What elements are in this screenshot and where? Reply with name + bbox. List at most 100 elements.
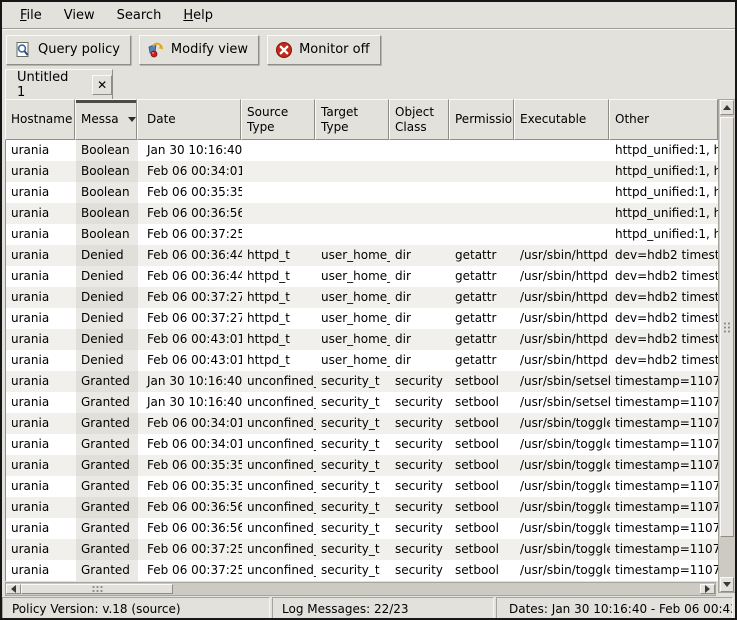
cell-permission: setbool [450,392,515,413]
column-header-message[interactable]: Messa [75,99,137,140]
cell-date: Feb 06 00:37:25 [138,224,242,245]
table-row[interactable]: uraniaDeniedFeb 06 00:37:27httpd_tuser_h… [6,308,718,329]
table-row[interactable]: uraniaGrantedFeb 06 00:36:56unconfined_s… [6,518,718,539]
menu-file[interactable]: File [11,5,51,26]
table-row[interactable]: uraniaGrantedFeb 06 00:37:25unconfined_s… [6,560,718,581]
cell-date: Feb 06 00:35:35 [138,476,242,497]
column-header-date[interactable]: Date [137,99,241,140]
table-row[interactable]: uraniaDeniedFeb 06 00:43:01httpd_tuser_h… [6,329,718,350]
cell-target_type: security_t [316,455,390,476]
table-row[interactable]: uraniaDeniedFeb 06 00:36:44httpd_tuser_h… [6,245,718,266]
table-row[interactable]: uraniaDeniedFeb 06 00:36:44httpd_tuser_h… [6,266,718,287]
table-row[interactable]: uraniaGrantedFeb 06 00:35:35unconfined_s… [6,476,718,497]
scroll-right-button[interactable] [700,584,715,594]
table-row[interactable]: uraniaGrantedFeb 06 00:34:01unconfined_s… [6,413,718,434]
menu-search[interactable]: Search [108,5,171,26]
cell-source_type: httpd_t [242,329,316,350]
cell-other: timestamp=11076 [610,413,718,434]
tab-close-button[interactable]: ✕ [92,75,112,95]
policy-version-text: Policy Version: v.18 (source) [12,602,181,616]
scroll-down-button[interactable] [720,577,734,592]
cell-object_class: security [390,560,450,581]
table-row[interactable]: uraniaDeniedFeb 06 00:37:27httpd_tuser_h… [6,287,718,308]
cell-message: Granted [76,455,138,476]
table-row[interactable]: uraniaBooleanJan 30 10:16:40httpd_unifie… [6,140,718,161]
horizontal-scrollbar[interactable] [5,582,716,596]
query-policy-button[interactable]: Query policy [6,35,131,65]
cell-target_type: security_t [316,413,390,434]
column-header-permission[interactable]: Permission [449,99,514,140]
cell-message: Denied [76,308,138,329]
cell-executable: /usr/sbin/toggle [515,539,610,560]
table-row[interactable]: uraniaBooleanFeb 06 00:35:35httpd_unifie… [6,182,718,203]
table-row[interactable]: uraniaBooleanFeb 06 00:34:01httpd_unifie… [6,161,718,182]
column-header-label: Date [147,112,176,127]
column-header-object_class[interactable]: Object Class [389,99,449,140]
cell-hostname: urania [6,476,76,497]
scroll-left-button[interactable] [6,584,21,594]
modify-view-button[interactable]: Modify view [139,35,259,65]
vertical-scrollbar[interactable] [718,99,736,593]
cell-hostname: urania [6,392,76,413]
cell-permission: setbool [450,539,515,560]
menu-bar: File View Search Help [2,2,735,29]
cell-permission: setbool [450,413,515,434]
table-row[interactable]: uraniaGrantedFeb 06 00:35:35unconfined_s… [6,455,718,476]
menu-view-label: View [64,8,95,23]
menu-help[interactable]: Help [174,5,222,26]
column-header-source_type[interactable]: Source Type [241,99,315,140]
cell-date: Jan 30 10:16:40 [138,392,242,413]
cell-date: Feb 06 00:34:01 [138,434,242,455]
column-header-executable[interactable]: Executable [514,99,609,140]
table-body: uraniaBooleanJan 30 10:16:40httpd_unifie… [5,140,718,581]
menu-view[interactable]: View [55,5,104,26]
monitor-off-icon [275,41,293,59]
column-header-other[interactable]: Other [609,99,718,140]
vertical-scrollbar-thumb[interactable] [720,117,734,537]
table-row[interactable]: uraniaGrantedFeb 06 00:34:01unconfined_s… [6,434,718,455]
cell-object_class: dir [390,266,450,287]
cell-target_type [316,224,390,245]
seaudit-window: File View Search Help Query policy [0,0,737,620]
cell-message: Granted [76,476,138,497]
column-header-target_type[interactable]: Target Type [315,99,389,140]
monitor-off-button[interactable]: Monitor off [267,35,380,65]
cell-other: timestamp=11071 [610,392,718,413]
table-row[interactable]: uraniaGrantedJan 30 10:16:40unconfined_s… [6,371,718,392]
cell-permission [450,140,515,161]
cell-object_class: security [390,539,450,560]
table-row[interactable]: uraniaGrantedFeb 06 00:36:56unconfined_s… [6,497,718,518]
cell-other: timestamp=11076 [610,497,718,518]
cell-permission: getattr [450,245,515,266]
tab-untitled-1[interactable]: Untitled 1 ✕ [5,69,113,99]
cell-other: dev=hdb2 timesta [610,329,718,350]
table-row[interactable]: uraniaGrantedFeb 06 00:37:25unconfined_s… [6,539,718,560]
cell-target_type: security_t [316,518,390,539]
column-header-hostname[interactable]: Hostname [5,99,75,140]
cell-permission [450,161,515,182]
tab-bar: Untitled 1 ✕ [2,68,735,99]
modify-view-label: Modify view [171,42,248,57]
cell-target_type: security_t [316,560,390,581]
cell-message: Denied [76,245,138,266]
status-bar: Policy Version: v.18 (source) Log Messag… [2,597,735,620]
cell-date: Feb 06 00:34:01 [138,413,242,434]
table-row[interactable]: uraniaBooleanFeb 06 00:36:56httpd_unifie… [6,203,718,224]
menu-help-mnemonic: H [183,8,193,23]
cell-target_type: user_home_ [316,266,390,287]
cell-source_type: unconfined_ [242,539,316,560]
cell-executable: /usr/sbin/toggle [515,497,610,518]
cell-source_type: httpd_t [242,287,316,308]
cell-object_class: security [390,455,450,476]
table-row[interactable]: uraniaDeniedFeb 06 00:43:01httpd_tuser_h… [6,350,718,371]
table-row[interactable]: uraniaGrantedJan 30 10:16:40unconfined_s… [6,392,718,413]
dates-text: Dates: Jan 30 10:16:40 - Feb 06 00:43:01 [509,602,733,616]
cell-executable: /usr/sbin/toggle [515,518,610,539]
cell-executable [515,224,610,245]
horizontal-scrollbar-thumb[interactable] [21,584,173,594]
cell-object_class: dir [390,287,450,308]
scroll-up-button[interactable] [720,100,734,115]
column-header-label: Executable [520,112,586,127]
status-policy-version: Policy Version: v.18 (source) [2,597,270,620]
table-row[interactable]: uraniaBooleanFeb 06 00:37:25httpd_unifie… [6,224,718,245]
